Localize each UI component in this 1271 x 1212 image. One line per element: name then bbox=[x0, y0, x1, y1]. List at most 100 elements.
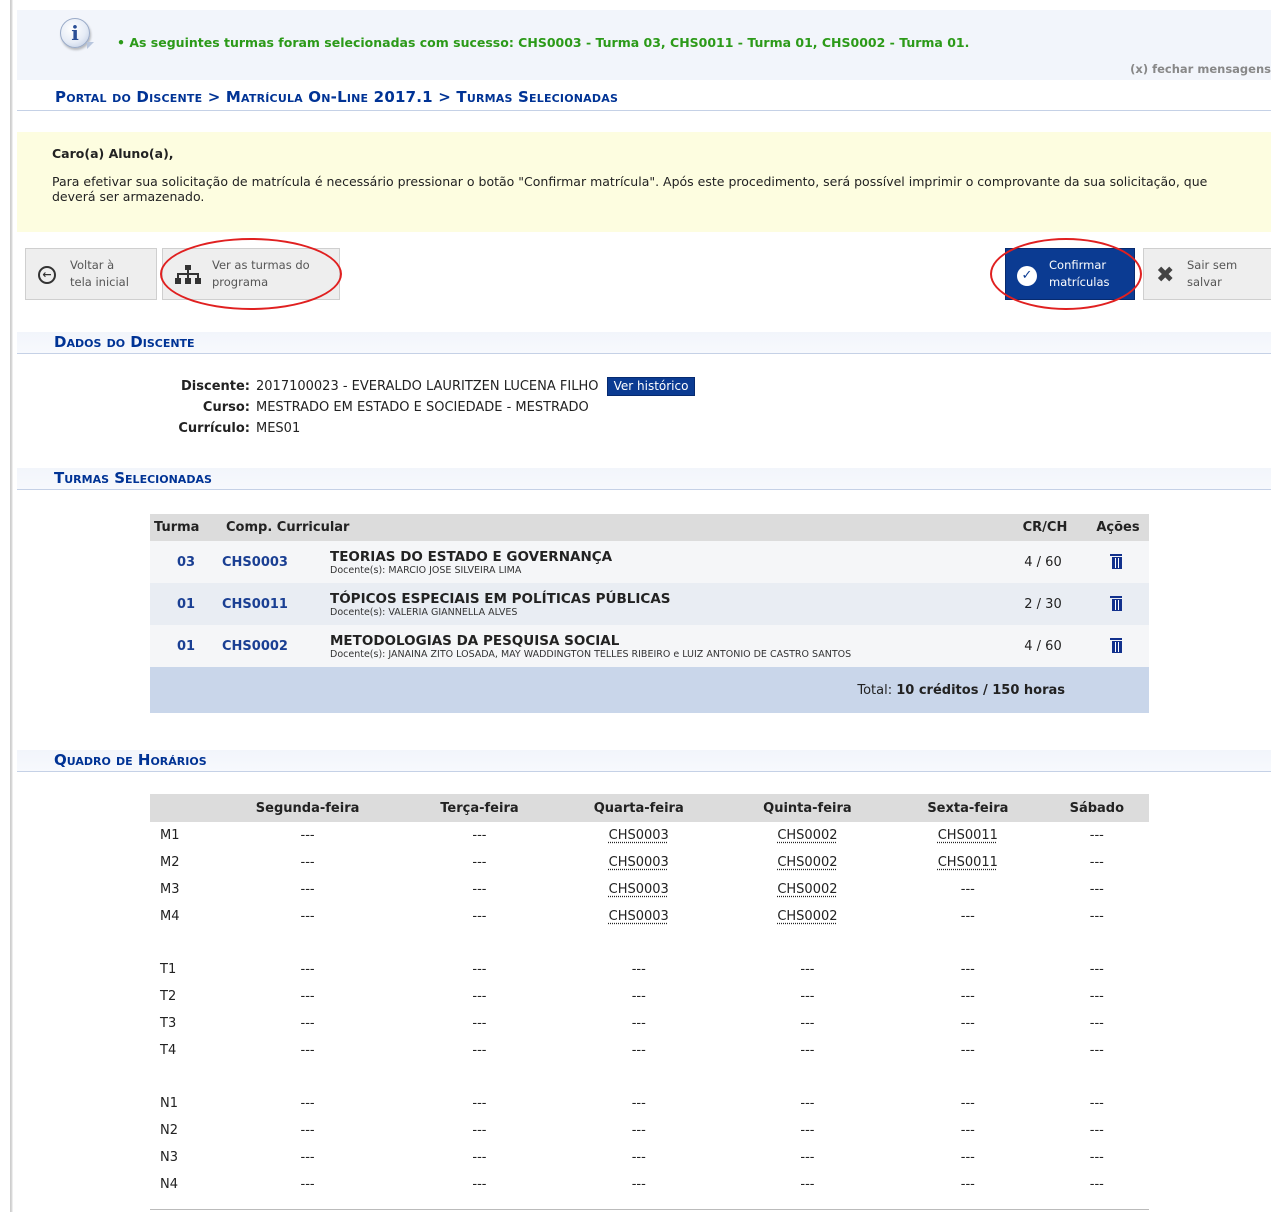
schedule-empty-cell: --- bbox=[631, 989, 646, 1004]
left-edge bbox=[0, 0, 17, 1212]
schedule-row: N1 --- --- --- --- --- --- bbox=[150, 1090, 1149, 1117]
trash-icon[interactable] bbox=[1110, 595, 1122, 611]
schedule-empty-cell: --- bbox=[631, 1177, 646, 1192]
schedule-empty-cell: --- bbox=[1089, 1016, 1104, 1031]
total-row: Total: 10 créditos / 150 horas bbox=[150, 667, 1149, 713]
schedule-empty-cell: --- bbox=[472, 1177, 487, 1192]
day-header: Sexta-feira bbox=[891, 794, 1045, 822]
schedule-class-link[interactable]: CHS0002 bbox=[724, 849, 891, 876]
instruction-notice: Caro(a) Aluno(a), Para efetivar sua soli… bbox=[17, 132, 1271, 232]
table-row: 01 CHS0002 METODOLOGIAS DA PESQUISA SOCI… bbox=[150, 625, 1149, 667]
time-slot-label: N1 bbox=[160, 1096, 178, 1111]
schedule-empty-cell: --- bbox=[631, 1150, 646, 1165]
schedule-gap bbox=[150, 1064, 1149, 1090]
schedule-row: M4 --- --- CHS0003 CHS0002 --- --- bbox=[150, 903, 1149, 930]
info-icon-tail bbox=[87, 42, 94, 49]
arrow-left-circle-icon: ← bbox=[38, 266, 56, 284]
total-label: Total: bbox=[857, 682, 893, 698]
schedule-empty-cell: --- bbox=[300, 1096, 315, 1111]
exit-without-saving-button[interactable]: ✖ Sair sem salvar bbox=[1143, 248, 1271, 300]
view-program-classes-button[interactable]: Ver as turmas do programa bbox=[162, 248, 340, 300]
schedule-empty-cell: --- bbox=[960, 962, 975, 977]
schedule-empty-cell: --- bbox=[960, 882, 975, 897]
schedule-empty-cell: --- bbox=[960, 1177, 975, 1192]
schedule-empty-cell: --- bbox=[472, 882, 487, 897]
component-code[interactable]: CHS0011 bbox=[222, 583, 330, 625]
time-slot-label: T2 bbox=[160, 989, 177, 1004]
day-header: Terça-feira bbox=[405, 794, 554, 822]
schedule-empty-cell: --- bbox=[800, 1177, 815, 1192]
total-value: 10 créditos / 150 horas bbox=[896, 682, 1065, 698]
selected-classes-table: Turma Comp. Curricular CR/CH Ações 03 CH… bbox=[150, 514, 1149, 713]
schedule-empty-cell: --- bbox=[960, 1016, 975, 1031]
schedule-empty-cell: --- bbox=[300, 1123, 315, 1138]
schedule-empty-cell: --- bbox=[300, 1016, 315, 1031]
trash-icon[interactable] bbox=[1110, 637, 1122, 653]
view-program-label: Ver as turmas do programa bbox=[212, 258, 310, 289]
schedule-empty-cell: --- bbox=[631, 962, 646, 977]
time-slot-label: T4 bbox=[160, 1043, 177, 1058]
schedule-empty-cell: --- bbox=[800, 1150, 815, 1165]
schedule-empty-cell: --- bbox=[1089, 828, 1104, 843]
breadcrumb-divider bbox=[17, 110, 1271, 111]
schedule-empty-cell: --- bbox=[300, 1177, 315, 1192]
schedule-class-link[interactable]: CHS0003 bbox=[554, 849, 724, 876]
info-icon: i bbox=[60, 18, 90, 48]
schedule-empty-cell: --- bbox=[300, 909, 315, 924]
turma-number: 03 bbox=[150, 541, 222, 583]
schedule-class-link[interactable]: CHS0011 bbox=[891, 849, 1045, 876]
schedule-table: Segunda-feira Terça-feira Quarta-feira Q… bbox=[150, 794, 1149, 1198]
component-info: TÓPICOS ESPECIAIS EM POLÍTICAS PÚBLICAS … bbox=[330, 583, 1003, 625]
schedule-row: N3 --- --- --- --- --- --- bbox=[150, 1144, 1149, 1171]
schedule-empty-cell: --- bbox=[300, 989, 315, 1004]
schedule-empty-cell: --- bbox=[472, 855, 487, 870]
schedule-class-link[interactable]: CHS0002 bbox=[724, 822, 891, 849]
col-acoes: Ações bbox=[1083, 514, 1149, 541]
back-home-button[interactable]: ← Voltar à tela inicial bbox=[25, 248, 157, 300]
table-row: 01 CHS0011 TÓPICOS ESPECIAIS EM POLÍTICA… bbox=[150, 583, 1149, 625]
view-history-button[interactable]: Ver histórico bbox=[606, 377, 696, 396]
component-info: METODOLOGIAS DA PESQUISA SOCIAL Docente(… bbox=[330, 625, 1003, 667]
close-messages-link[interactable]: (x) fechar mensagens bbox=[1130, 62, 1271, 76]
schedule-class-link[interactable]: CHS0003 bbox=[554, 822, 724, 849]
section-title-dados: Dados do Discente bbox=[54, 333, 195, 351]
time-slot-label: T3 bbox=[160, 1016, 177, 1031]
student-row: Discente: 2017100023 - EVERALDO LAURITZEN… bbox=[160, 376, 696, 397]
day-header: Quarta-feira bbox=[553, 794, 724, 822]
schedule-row: M1 --- --- CHS0003 CHS0002 CHS0011 --- bbox=[150, 822, 1149, 849]
schedule-class-link[interactable]: CHS0003 bbox=[554, 876, 724, 903]
schedule-empty-cell: --- bbox=[472, 828, 487, 843]
schedule-empty-cell: --- bbox=[800, 1096, 815, 1111]
schedule-class-link[interactable]: CHS0002 bbox=[724, 876, 891, 903]
schedule-class-link[interactable]: CHS0003 bbox=[554, 903, 724, 930]
component-code[interactable]: CHS0002 bbox=[222, 625, 330, 667]
schedule-row: N4 --- --- --- --- --- --- bbox=[150, 1171, 1149, 1198]
day-header: Quinta-feira bbox=[723, 794, 892, 822]
notice-body: Para efetivar sua solicitação de matrícu… bbox=[52, 174, 1208, 204]
schedule-empty-cell: --- bbox=[300, 828, 315, 843]
trash-icon[interactable] bbox=[1110, 553, 1122, 569]
schedule-empty-cell: --- bbox=[960, 1123, 975, 1138]
schedule-class-link[interactable]: CHS0002 bbox=[724, 903, 891, 930]
schedule-empty-cell: --- bbox=[1089, 1043, 1104, 1058]
exit-without-saving-label: Sair sem salvar bbox=[1187, 258, 1238, 289]
check-circle-icon: ✓ bbox=[1017, 266, 1037, 286]
day-header: Sábado bbox=[1044, 794, 1149, 822]
turma-number: 01 bbox=[150, 583, 222, 625]
confirm-enrollment-button[interactable]: ✓ Confirmar matrículas bbox=[1005, 248, 1135, 300]
turma-number: 01 bbox=[150, 625, 222, 667]
schedule-class-link[interactable]: CHS0011 bbox=[891, 822, 1045, 849]
credits-hours: 4 / 60 bbox=[1003, 625, 1083, 667]
component-code[interactable]: CHS0003 bbox=[222, 541, 330, 583]
schedule-empty-cell: --- bbox=[472, 1096, 487, 1111]
close-x-icon: ✖ bbox=[1156, 263, 1175, 288]
component-info: TEORIAS DO ESTADO E GOVERNANÇA Docente(s… bbox=[330, 541, 1003, 583]
schedule-empty-cell: --- bbox=[472, 1123, 487, 1138]
schedule-empty-cell: --- bbox=[960, 1096, 975, 1111]
schedule-empty-cell: --- bbox=[1089, 989, 1104, 1004]
day-header: Segunda-feira bbox=[210, 794, 406, 822]
time-slot-label: M2 bbox=[160, 855, 180, 870]
schedule-empty-cell: --- bbox=[300, 1150, 315, 1165]
schedule-empty-cell: --- bbox=[800, 1123, 815, 1138]
schedule-empty-cell: --- bbox=[1089, 1096, 1104, 1111]
